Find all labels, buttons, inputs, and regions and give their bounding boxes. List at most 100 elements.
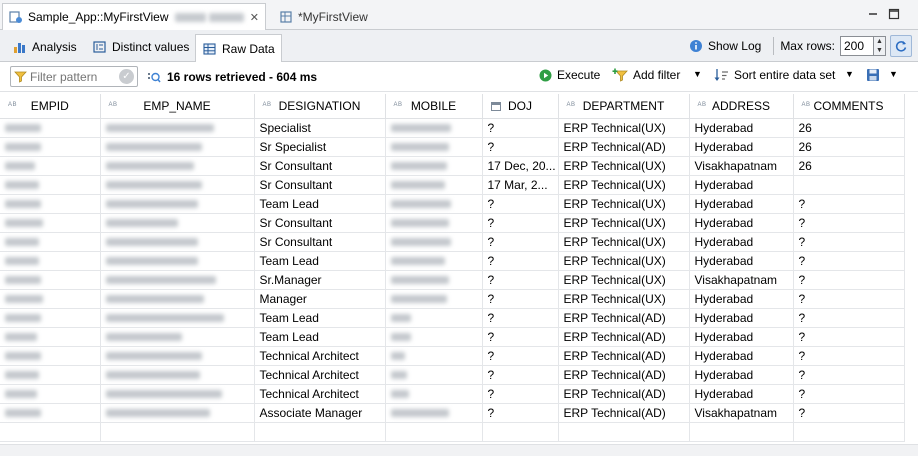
cell-department[interactable]: ERP Technical(AD) bbox=[558, 403, 690, 423]
cell-comments[interactable]: ? bbox=[793, 213, 905, 233]
cell-doj[interactable]: ? bbox=[482, 270, 559, 290]
add-filter-dropdown-icon[interactable]: ▼ bbox=[693, 69, 702, 79]
cell-empid[interactable] bbox=[0, 175, 101, 195]
cell-department[interactable]: ERP Technical(UX) bbox=[558, 194, 690, 214]
cell-designation[interactable]: Team Lead bbox=[254, 194, 386, 214]
table-row[interactable]: Specialist? ERP Technical(UX) Hyderabad 26 bbox=[0, 118, 905, 138]
table-row[interactable]: Technical Architect? ERP Technical(AD) Hyd… bbox=[0, 384, 905, 404]
cell-emp-name[interactable] bbox=[100, 118, 255, 138]
cell-address[interactable]: Visakhapatnam bbox=[689, 403, 794, 423]
cell-designation[interactable]: Team Lead bbox=[254, 308, 386, 328]
cell-comments[interactable]: ? bbox=[793, 403, 905, 423]
cell-department[interactable]: ERP Technical(UX) bbox=[558, 289, 690, 309]
cell-emp-name[interactable] bbox=[100, 289, 255, 309]
cell-designation[interactable]: Manager bbox=[254, 289, 386, 309]
cell-comments[interactable]: ? bbox=[793, 270, 905, 290]
cell-mobile[interactable] bbox=[385, 270, 483, 290]
cell-doj[interactable]: 17 Dec, 20... bbox=[482, 156, 559, 176]
filter-input[interactable] bbox=[27, 69, 113, 84]
show-log-button[interactable]: Show Log bbox=[683, 39, 767, 53]
cell-emp-name[interactable] bbox=[100, 137, 255, 157]
table-row[interactable]: Team Lead? ERP Technical(AD) Hyderabad? bbox=[0, 308, 905, 328]
cell-empid[interactable] bbox=[0, 308, 101, 328]
cell-doj[interactable]: ? bbox=[482, 365, 559, 385]
cell-emp-name[interactable] bbox=[100, 232, 255, 252]
cell-address[interactable]: Hyderabad bbox=[689, 137, 794, 157]
cell-doj[interactable]: ? bbox=[482, 137, 559, 157]
cell-address[interactable]: Visakhapatnam bbox=[689, 156, 794, 176]
cell-comments[interactable]: 26 bbox=[793, 156, 905, 176]
cell-address[interactable]: Hyderabad bbox=[689, 327, 794, 347]
cell-mobile[interactable] bbox=[385, 365, 483, 385]
cell-designation[interactable]: Team Lead bbox=[254, 327, 386, 347]
cell-empid[interactable] bbox=[0, 118, 101, 138]
cell-address[interactable]: Hyderabad bbox=[689, 346, 794, 366]
cell-mobile[interactable] bbox=[385, 308, 483, 328]
cell-comments[interactable]: 26 bbox=[793, 137, 905, 157]
cell-doj[interactable]: ? bbox=[482, 289, 559, 309]
cell-department[interactable]: ERP Technical(AD) bbox=[558, 365, 690, 385]
table-row[interactable]: Sr Consultant? ERP Technical(UX) Hyderabad… bbox=[0, 213, 905, 233]
cell-mobile[interactable] bbox=[385, 251, 483, 271]
cell-department[interactable]: ERP Technical(AD) bbox=[558, 384, 690, 404]
column-header-doj[interactable]: DOJ bbox=[482, 94, 559, 119]
cell-designation[interactable]: Technical Architect bbox=[254, 384, 386, 404]
column-header-mobile[interactable]: AB MOBILE bbox=[385, 94, 483, 119]
cell-emp-name[interactable] bbox=[100, 403, 255, 423]
cell-empid[interactable] bbox=[0, 194, 101, 214]
cell-empid[interactable] bbox=[0, 137, 101, 157]
max-rows-spinner[interactable]: ▲ ▼ bbox=[874, 36, 886, 56]
cell-designation[interactable]: Technical Architect bbox=[254, 365, 386, 385]
cell-comments[interactable] bbox=[793, 175, 905, 195]
cell-empid[interactable] bbox=[0, 156, 101, 176]
cell-empid[interactable] bbox=[0, 384, 101, 404]
cell-comments[interactable]: ? bbox=[793, 289, 905, 309]
refresh-button[interactable] bbox=[890, 35, 912, 57]
cell-department[interactable]: ERP Technical(AD) bbox=[558, 346, 690, 366]
cell-address[interactable]: Hyderabad bbox=[689, 308, 794, 328]
column-header-address[interactable]: AB ADDRESS bbox=[689, 94, 794, 119]
cell-department[interactable]: ERP Technical(UX) bbox=[558, 118, 690, 138]
cell-designation[interactable]: Technical Architect bbox=[254, 346, 386, 366]
cell-address[interactable]: Hyderabad bbox=[689, 365, 794, 385]
cell-comments[interactable]: ? bbox=[793, 327, 905, 347]
cell-mobile[interactable] bbox=[385, 194, 483, 214]
cell-mobile[interactable] bbox=[385, 232, 483, 252]
tab-raw-data[interactable]: Raw Data bbox=[195, 34, 282, 62]
cell-empid[interactable] bbox=[0, 365, 101, 385]
table-row[interactable]: Technical Architect? ERP Technical(AD) Hyd… bbox=[0, 365, 905, 385]
cell-doj[interactable]: ? bbox=[482, 308, 559, 328]
cell-empid[interactable] bbox=[0, 289, 101, 309]
cell-doj[interactable]: ? bbox=[482, 213, 559, 233]
cell-emp-name[interactable] bbox=[100, 213, 255, 233]
editor-tab-myfirstview[interactable]: *MyFirstView bbox=[273, 3, 373, 30]
cell-department[interactable]: ERP Technical(AD) bbox=[558, 137, 690, 157]
cell-comments[interactable]: ? bbox=[793, 251, 905, 271]
table-row[interactable]: Associate Manager? ERP Technical(AD) Visak… bbox=[0, 403, 905, 423]
close-icon[interactable]: ✕ bbox=[250, 11, 259, 24]
cell-designation[interactable]: Sr Consultant bbox=[254, 156, 386, 176]
cell-mobile[interactable] bbox=[385, 384, 483, 404]
cell-empid[interactable] bbox=[0, 346, 101, 366]
cell-emp-name[interactable] bbox=[100, 270, 255, 290]
cell-mobile[interactable] bbox=[385, 175, 483, 195]
minimize-icon[interactable] bbox=[865, 7, 881, 21]
cell-address[interactable]: Hyderabad bbox=[689, 232, 794, 252]
cell-address[interactable]: Hyderabad bbox=[689, 118, 794, 138]
cell-mobile[interactable] bbox=[385, 118, 483, 138]
cell-address[interactable]: Hyderabad bbox=[689, 213, 794, 233]
column-header-empid[interactable]: AB EMPID bbox=[0, 94, 101, 119]
cell-empid[interactable] bbox=[0, 327, 101, 347]
cell-designation[interactable]: Sr Consultant bbox=[254, 232, 386, 252]
cell-department[interactable]: ERP Technical(UX) bbox=[558, 270, 690, 290]
cell-designation[interactable]: Associate Manager bbox=[254, 403, 386, 423]
cell-emp-name[interactable] bbox=[100, 194, 255, 214]
cell-mobile[interactable] bbox=[385, 213, 483, 233]
cell-comments[interactable]: ? bbox=[793, 194, 905, 214]
cell-designation[interactable]: Team Lead bbox=[254, 251, 386, 271]
table-row[interactable]: Sr Consultant 17 Mar, 2... ERP Technical(U… bbox=[0, 175, 905, 195]
cell-empid[interactable] bbox=[0, 213, 101, 233]
cell-department[interactable]: ERP Technical(AD) bbox=[558, 308, 690, 328]
table-row[interactable]: Team Lead? ERP Technical(AD) Hyderabad? bbox=[0, 327, 905, 347]
cell-department[interactable]: ERP Technical(AD) bbox=[558, 327, 690, 347]
